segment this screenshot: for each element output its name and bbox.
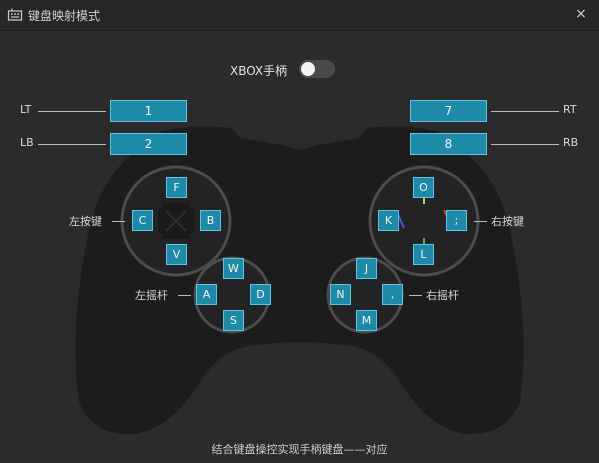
right-stick-connector <box>409 295 422 296</box>
rt-label: RT <box>563 103 577 116</box>
left-stick-right-key[interactable]: D <box>250 284 271 305</box>
right-buttons-connector <box>474 221 487 222</box>
lb-key-button[interactable]: 2 <box>110 133 187 155</box>
rt-key-button[interactable]: 7 <box>410 100 487 122</box>
right-button-left-key[interactable]: K <box>378 210 399 231</box>
rb-label: RB <box>563 136 579 149</box>
left-button-down-key[interactable]: V <box>166 244 187 265</box>
right-stick-down-key[interactable]: M <box>356 310 377 331</box>
lt-connector <box>38 111 106 112</box>
left-stick-down-key[interactable]: S <box>223 310 244 331</box>
lt-key-button[interactable]: 1 <box>110 100 187 122</box>
left-button-left-key[interactable]: C <box>132 210 153 231</box>
right-button-right-key[interactable]: ; <box>446 210 467 231</box>
footer-hint: 结合键盘操控实现手柄键盘——对应 <box>211 443 388 456</box>
gamepad-illustration <box>75 126 524 435</box>
lb-connector <box>38 144 106 145</box>
left-buttons-connector <box>112 221 125 222</box>
left-stick-label: 左摇杆 <box>135 289 168 302</box>
right-stick-right-key[interactable]: , <box>382 284 403 305</box>
right-buttons-label: 右按键 <box>491 215 524 228</box>
left-stick-left-key[interactable]: A <box>196 284 217 305</box>
rb-key-button[interactable]: 8 <box>410 133 487 155</box>
left-button-right-key[interactable]: B <box>200 210 221 231</box>
rb-connector <box>491 144 559 145</box>
left-stick-connector <box>178 295 191 296</box>
right-stick-left-key[interactable]: N <box>330 284 351 305</box>
left-buttons-label: 左按键 <box>69 215 102 228</box>
left-button-up-key[interactable]: F <box>166 177 187 198</box>
lt-label: LT <box>20 103 32 116</box>
right-stick-label: 右摇杆 <box>426 289 459 302</box>
right-button-up-key[interactable]: O <box>413 177 434 198</box>
right-button-down-key[interactable]: L <box>413 244 434 265</box>
right-stick-up-key[interactable]: J <box>356 258 377 279</box>
left-stick-up-key[interactable]: W <box>223 258 244 279</box>
lb-label: LB <box>20 136 34 149</box>
rt-connector <box>491 111 559 112</box>
